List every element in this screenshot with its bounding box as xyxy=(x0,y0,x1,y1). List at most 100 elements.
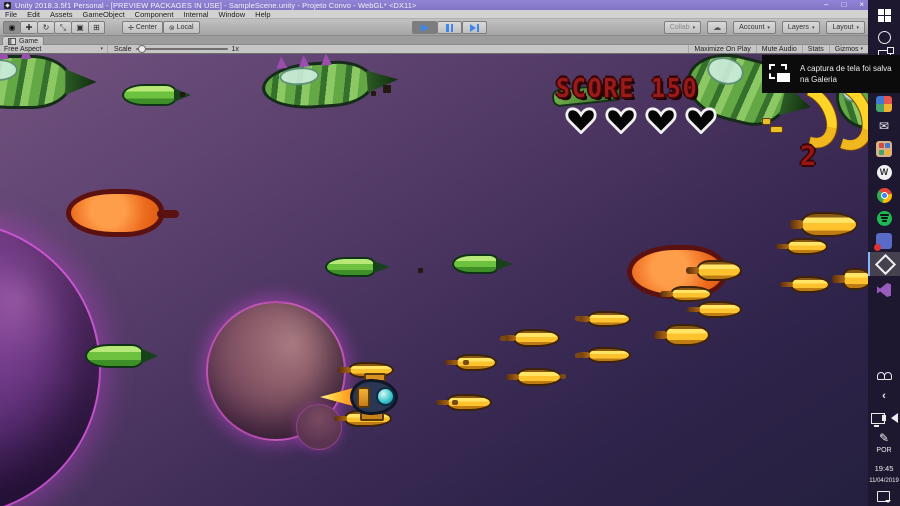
store-app-icon[interactable] xyxy=(874,139,894,159)
game-viewport[interactable]: SCORE 150 2 xyxy=(0,54,868,506)
enemy-green-bullet xyxy=(85,344,145,368)
pause-button[interactable] xyxy=(437,21,462,34)
mail-app-icon[interactable]: ✉ xyxy=(874,116,894,136)
transform-tool-button[interactable]: ⊞ xyxy=(88,21,105,34)
menu-item-window[interactable]: Window xyxy=(213,10,250,19)
scale-slider[interactable] xyxy=(135,45,228,53)
game-view-controls: Free Aspect ▾ Scale 1x Maximize On Play M… xyxy=(0,45,868,54)
cloud-button[interactable]: ☁ xyxy=(707,21,728,34)
life-heart-icon xyxy=(644,106,678,135)
start-button[interactable] xyxy=(874,5,894,25)
enemy-ship xyxy=(0,54,97,109)
w-app-icon[interactable]: W xyxy=(874,162,894,182)
player-bullet xyxy=(506,368,562,386)
maximize-on-play-button[interactable]: Maximize On Play xyxy=(688,45,755,53)
window-title: Unity 2018.3.5f1 Personal - [PREVIEW PAC… xyxy=(15,0,417,10)
player-bullet xyxy=(577,311,631,327)
menu-item-internal[interactable]: Internal xyxy=(178,10,213,19)
scale-value: 1x xyxy=(231,45,239,53)
play-button[interactable] xyxy=(412,21,437,34)
scale-slider-knob[interactable] xyxy=(137,45,146,53)
enemy-green-bullet xyxy=(122,84,178,106)
menu-item-gameobject[interactable]: GameObject xyxy=(78,10,130,19)
enemy-green-bullet xyxy=(452,254,500,274)
account-caret-icon: ▾ xyxy=(767,24,770,31)
muzzle-spark xyxy=(575,353,581,358)
player-bullet xyxy=(654,324,710,346)
muzzle-spark xyxy=(575,316,581,321)
player-bullet xyxy=(780,276,830,293)
action-center-icon[interactable] xyxy=(877,491,891,503)
close-button[interactable]: × xyxy=(859,0,864,10)
screenshot-icon xyxy=(769,64,793,84)
pivot-center-button[interactable]: ✛ Center xyxy=(122,21,163,34)
pause-icon xyxy=(446,23,453,32)
muzzle-spark xyxy=(560,374,566,379)
menu-item-assets[interactable]: Assets xyxy=(45,10,78,19)
layout-caret-icon: ▾ xyxy=(856,24,859,31)
notification-toast[interactable]: A captura de tela foi salva na Galeria xyxy=(762,55,900,93)
game-layer: SCORE 150 2 xyxy=(0,54,868,506)
layers-dropdown[interactable]: Layers ▾ xyxy=(781,21,821,34)
tray-chevron-icon[interactable]: ‹ xyxy=(874,386,894,406)
aspect-dropdown[interactable]: Free Aspect ▾ xyxy=(0,45,108,53)
move-tool-button[interactable]: ✚ xyxy=(20,21,37,34)
menu-item-component[interactable]: Component xyxy=(130,10,179,19)
language-indicator[interactable]: POR xyxy=(868,446,900,455)
gallery-app-icon[interactable] xyxy=(874,94,894,114)
life-heart-icon xyxy=(564,106,598,135)
rect-tool-button[interactable]: ▣ xyxy=(71,21,88,34)
chrome-app-icon[interactable] xyxy=(874,185,894,205)
scale-tool-button[interactable]: ⤡ xyxy=(54,21,71,34)
panel-tab-strip: Game xyxy=(0,36,868,45)
maximize-button[interactable]: □ xyxy=(841,0,846,10)
unity-taskbar-icon[interactable] xyxy=(868,252,900,276)
pivot-center-icon: ✛ xyxy=(128,24,134,32)
player-bullet xyxy=(776,238,828,255)
unity-editor-window: Unity 2018.3.5f1 Personal - [PREVIEW PAC… xyxy=(0,0,868,506)
muzzle-spark xyxy=(452,400,458,405)
editor-toolbar: ◉ ✚ ↻ ⤡ ▣ ⊞ ✛ Center ⊚ Local Collab ▾ ☁ … xyxy=(0,19,868,36)
rotate-tool-button[interactable]: ↻ xyxy=(37,21,54,34)
pen-icon[interactable]: ✎ xyxy=(874,428,894,448)
game-tab-icon xyxy=(8,37,16,45)
account-dropdown[interactable]: Account ▾ xyxy=(733,21,776,34)
pivot-local-button[interactable]: ⊚ Local xyxy=(162,21,200,34)
transform-tools: ◉ ✚ ↻ ⤡ ▣ ⊞ xyxy=(3,21,105,34)
player-bullet xyxy=(445,354,497,371)
stats-label: Stats xyxy=(807,45,824,53)
score-text: SCORE 150 xyxy=(556,74,699,104)
collab-dropdown[interactable]: Collab ▾ xyxy=(663,21,702,34)
muzzle-spark xyxy=(500,336,506,341)
minimize-button[interactable]: – xyxy=(824,0,828,10)
menu-item-edit[interactable]: Edit xyxy=(22,10,45,19)
view-tool-button[interactable]: ◉ xyxy=(3,21,20,34)
engine-flame xyxy=(320,387,354,407)
spotify-app-icon[interactable] xyxy=(874,208,894,228)
step-button[interactable] xyxy=(462,21,487,34)
pivot-local-icon: ⊚ xyxy=(168,24,175,32)
people-icon[interactable] xyxy=(874,364,894,384)
clock-date[interactable]: 11/04/2019 xyxy=(868,477,900,486)
visual-studio-app-icon[interactable] xyxy=(874,280,894,300)
player-bullet xyxy=(832,268,868,290)
clock-time[interactable]: 19:45 xyxy=(868,464,900,473)
life-heart-icon xyxy=(684,106,718,135)
scale-label: Scale xyxy=(114,45,132,53)
layout-dropdown[interactable]: Layout ▾ xyxy=(826,21,865,34)
gizmos-button[interactable]: Gizmos ▾ xyxy=(828,45,868,53)
player-cockpit xyxy=(376,387,395,406)
mute-audio-label: Mute Audio xyxy=(761,45,797,53)
game-tab[interactable]: Game xyxy=(2,36,45,45)
stats-button[interactable]: Stats xyxy=(801,45,829,53)
mute-audio-button[interactable]: Mute Audio xyxy=(755,45,802,53)
desktop: Unity 2018.3.5f1 Personal - [PREVIEW PAC… xyxy=(0,0,900,506)
player-bullet xyxy=(503,329,560,347)
menu-item-help[interactable]: Help xyxy=(250,10,275,19)
player-bullet xyxy=(790,212,858,237)
messenger-app-icon[interactable] xyxy=(874,231,894,251)
cortana-button[interactable] xyxy=(874,27,894,47)
volume-icon[interactable] xyxy=(882,408,899,428)
player-ship xyxy=(320,362,406,432)
menu-item-file[interactable]: File xyxy=(0,10,22,19)
